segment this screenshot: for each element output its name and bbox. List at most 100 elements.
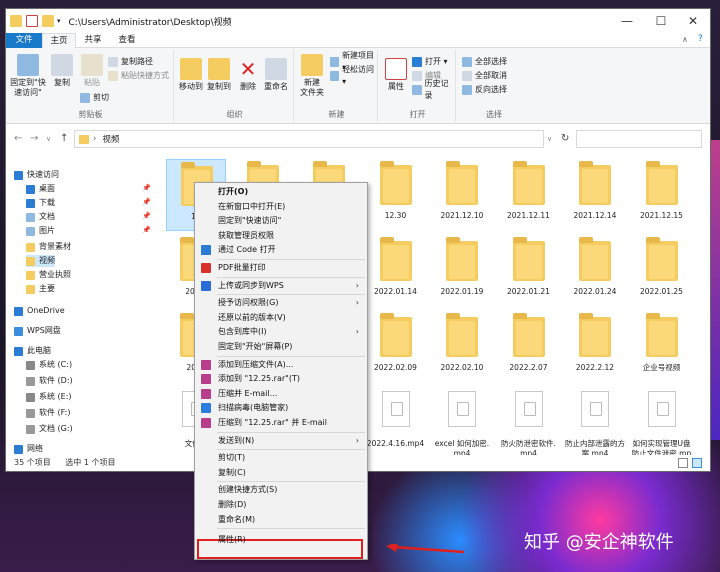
address-dropdown-icon[interactable]: ∨: [547, 135, 552, 143]
cut-button[interactable]: 剪切: [80, 92, 109, 104]
context-menu-item[interactable]: 包含到库中(I) ›: [195, 325, 367, 339]
sidebar-item[interactable]: 文档 (G:): [26, 423, 73, 435]
sidebar-item[interactable]: OneDrive: [14, 305, 65, 317]
file-item[interactable]: 2022.01.14: [366, 235, 426, 307]
context-menu-item[interactable]: 在新窗口中打开(E): [195, 200, 367, 214]
up-arrow-icon[interactable]: ↑: [60, 133, 68, 144]
paste-shortcut-button[interactable]: 粘贴快捷方式: [108, 70, 169, 82]
file-item[interactable]: 2022.01.21: [499, 235, 559, 307]
paste-button[interactable]: 粘贴: [78, 54, 106, 88]
large-icons-view-icon[interactable]: [692, 458, 702, 468]
help-icon[interactable]: ?: [698, 34, 703, 44]
sidebar-item[interactable]: 系统 (E:): [26, 391, 72, 403]
file-item[interactable]: excel 如何加密.mp4: [432, 387, 492, 455]
back-arrow-icon[interactable]: ←: [14, 133, 22, 144]
sidebar-item[interactable]: 网络: [14, 443, 43, 455]
file-item[interactable]: 防止内部泄露的方案.mp4: [565, 387, 625, 455]
details-view-icon[interactable]: [678, 458, 688, 468]
sidebar-item[interactable]: 文档: [26, 211, 55, 223]
context-menu-item[interactable]: 删除(D): [195, 498, 367, 512]
context-menu-item[interactable]: 重命名(M): [195, 513, 367, 527]
invert-selection-button[interactable]: 反向选择: [462, 84, 507, 96]
context-menu-item[interactable]: 创建快捷方式(S): [195, 483, 367, 497]
tab-view[interactable]: 查看: [110, 33, 144, 48]
sidebar-item[interactable]: 背景素材: [26, 241, 71, 253]
file-item[interactable]: 2022.02.10: [432, 311, 492, 383]
sidebar-item[interactable]: 软件 (F:): [26, 407, 70, 419]
open-button[interactable]: 打开 ▾: [412, 56, 448, 68]
context-menu-item[interactable]: PDF批量打印: [195, 261, 367, 275]
new-folder-button[interactable]: 新建 文件夹: [296, 54, 328, 98]
select-all-button[interactable]: 全部选择: [462, 56, 507, 68]
easy-access-button[interactable]: 轻松访问 ▾: [330, 65, 377, 86]
tab-share[interactable]: 共享: [76, 33, 110, 48]
context-menu-item[interactable]: 添加到 "12.25.rar"(T): [195, 372, 367, 386]
sidebar-item[interactable]: 软件 (D:): [26, 375, 73, 387]
forward-arrow-icon[interactable]: →: [30, 133, 38, 144]
move-to-button[interactable]: 移动到: [178, 58, 204, 92]
file-item[interactable]: 2021.12.15: [632, 159, 692, 231]
context-menu-item[interactable]: 上传或同步到WPS ›: [195, 279, 367, 293]
file-item[interactable]: 2022.2.12: [565, 311, 625, 383]
context-menu-item[interactable]: 添加到压缩文件(A)...: [195, 358, 367, 372]
history-button[interactable]: 历史记录: [412, 79, 455, 100]
file-item[interactable]: 2021.12.10: [432, 159, 492, 231]
properties-button[interactable]: 属性: [382, 58, 410, 92]
sidebar-item[interactable]: 视频: [26, 255, 55, 267]
file-item[interactable]: 如何实现管理U盘防止文件泄密.mp4: [632, 387, 692, 455]
sidebar-item[interactable]: WPS网盘: [14, 325, 61, 337]
file-item[interactable]: 企业号视频: [632, 311, 692, 383]
context-menu-item[interactable]: 固定到"快速访问": [195, 214, 367, 228]
context-menu-item[interactable]: 还原以前的版本(V): [195, 311, 367, 325]
file-item[interactable]: 2022.2.07: [499, 311, 559, 383]
tab-file[interactable]: 文件: [6, 33, 42, 48]
sidebar-item[interactable]: 桌面: [26, 183, 55, 195]
pin-icon[interactable]: 📌: [142, 212, 151, 220]
context-menu-item[interactable]: 固定到"开始"屏幕(P): [195, 340, 367, 354]
context-menu-item[interactable]: 剪切(T): [195, 451, 367, 465]
rename-button[interactable]: 重命名: [262, 58, 290, 92]
context-menu-item[interactable]: 压缩并 E-mail...: [195, 387, 367, 401]
context-menu-item[interactable]: 获取管理员权限: [195, 229, 367, 243]
copy-button[interactable]: 复制: [48, 54, 76, 88]
sidebar-item[interactable]: 快速访问: [14, 169, 59, 181]
file-item[interactable]: 2022.01.24: [565, 235, 625, 307]
file-item[interactable]: 2022.4.16.mp4: [366, 387, 426, 455]
sidebar-item[interactable]: 此电脑: [14, 345, 51, 357]
file-item[interactable]: 12.30: [366, 159, 426, 231]
context-menu-item[interactable]: 复制(C): [195, 466, 367, 480]
copy-path-button[interactable]: 复制路径: [108, 56, 153, 68]
quick-access-dropdown-icon[interactable]: ▾: [57, 17, 61, 25]
properties-quick-icon[interactable]: [26, 15, 38, 27]
context-menu-item[interactable]: 打开(O): [195, 185, 367, 199]
close-button[interactable]: ✕: [676, 9, 710, 33]
sidebar-item[interactable]: 图片: [26, 225, 55, 237]
breadcrumb[interactable]: 视频: [102, 133, 119, 145]
file-item[interactable]: 防火防泄密软件.mp4: [499, 387, 559, 455]
minimize-button[interactable]: —: [610, 9, 644, 33]
tab-home[interactable]: 主页: [42, 33, 76, 48]
copy-to-button[interactable]: 复制到: [206, 58, 232, 92]
context-menu-item[interactable]: 属性(R): [195, 533, 367, 547]
search-input[interactable]: [576, 130, 702, 148]
file-item[interactable]: 2022.01.25: [632, 235, 692, 307]
sidebar-item[interactable]: 下载: [26, 197, 55, 209]
recent-locations-icon[interactable]: ∨: [46, 135, 51, 143]
pin-icon[interactable]: 📌: [142, 226, 151, 234]
context-menu-item[interactable]: 压缩到 "12.25.rar" 并 E-mail: [195, 416, 367, 430]
sidebar-item[interactable]: 系统 (C:): [26, 359, 72, 371]
context-menu-item[interactable]: 通过 Code 打开: [195, 243, 367, 257]
select-none-button[interactable]: 全部取消: [462, 70, 507, 82]
file-item[interactable]: 2021.12.11: [499, 159, 559, 231]
context-menu-item[interactable]: 授予访问权限(G) ›: [195, 296, 367, 310]
pin-icon[interactable]: 📌: [142, 198, 151, 206]
file-item[interactable]: 2022.02.09: [366, 311, 426, 383]
refresh-icon[interactable]: ↻: [561, 133, 569, 144]
sidebar-item[interactable]: 主要: [26, 283, 55, 295]
context-menu-item[interactable]: 发送到(N) ›: [195, 434, 367, 448]
address-bar[interactable]: › 视频: [74, 130, 544, 148]
sidebar-item[interactable]: 营业执照: [26, 269, 71, 281]
ribbon-collapse-icon[interactable]: ∧: [682, 35, 688, 44]
new-folder-quick-icon[interactable]: [42, 15, 54, 27]
context-menu-item[interactable]: 扫描病毒(电脑管家): [195, 401, 367, 415]
